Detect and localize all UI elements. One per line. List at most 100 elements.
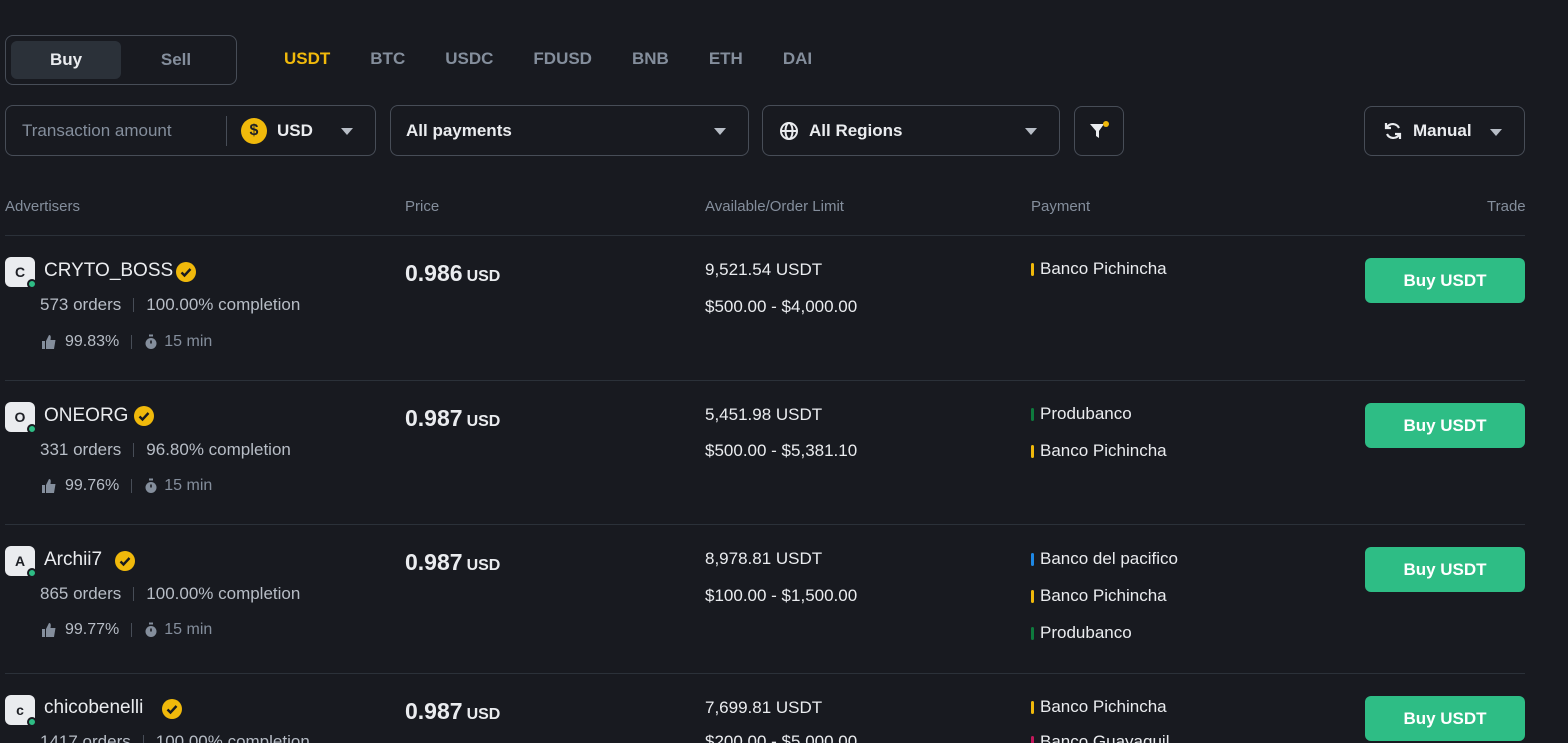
sell-tab[interactable]: Sell bbox=[121, 41, 231, 79]
table-row: C CRYTO_BOSS 573 orders 100.00% completi… bbox=[5, 236, 1525, 380]
payment-color-bar bbox=[1031, 262, 1034, 276]
available-amount: 8,978.81 USDT bbox=[705, 549, 823, 568]
avg-release-time: 15 min bbox=[164, 477, 213, 494]
meta-divider bbox=[131, 479, 133, 493]
verified-badge-icon bbox=[162, 699, 182, 719]
refresh-mode-select[interactable]: Manual bbox=[1364, 106, 1525, 156]
buy-usdt-button[interactable]: Buy USDT bbox=[1365, 258, 1525, 303]
price-value: 0.987 bbox=[405, 405, 463, 431]
order-count: 1417 orders bbox=[40, 732, 131, 743]
stopwatch-icon bbox=[145, 478, 157, 493]
payment-method-name: Banco del pacifico bbox=[1040, 549, 1178, 568]
buy-usdt-button[interactable]: Buy USDT bbox=[1365, 696, 1525, 741]
chevron-down-icon bbox=[1490, 129, 1502, 136]
avatar-initial: A bbox=[14, 553, 26, 569]
positive-rating: 99.83% bbox=[65, 333, 120, 350]
payment-select-label: All payments bbox=[406, 120, 512, 140]
price-unit: USD bbox=[466, 413, 501, 430]
price: 0.987 USD bbox=[405, 549, 500, 576]
p2p-market-page: Buy Sell USDT BTC USDC FDUSD BNB ETH DAI… bbox=[0, 0, 1568, 743]
stopwatch-icon bbox=[145, 622, 157, 637]
available-amount: 9,521.54 USDT bbox=[705, 260, 823, 279]
price-value: 0.987 bbox=[405, 698, 463, 724]
advertiser-name[interactable]: Archii7 bbox=[44, 549, 102, 571]
advertiser-name[interactable]: ONEORG bbox=[44, 405, 128, 427]
price-value: 0.986 bbox=[405, 260, 463, 286]
stopwatch-icon bbox=[145, 334, 157, 349]
advertiser-meta: 99.83% 15 min bbox=[41, 333, 212, 351]
positive-rating: 99.76% bbox=[65, 477, 120, 494]
verified-badge-icon bbox=[176, 262, 196, 282]
avg-release-time: 15 min bbox=[164, 333, 213, 350]
order-limit: $500.00 - $5,381.10 bbox=[705, 441, 858, 460]
payment-method-name: Produbanco bbox=[1040, 404, 1132, 423]
table-row: O ONEORG 331 orders 96.80% completion 99… bbox=[5, 381, 1525, 524]
avatar: c bbox=[5, 695, 37, 727]
asset-tab-dai[interactable]: DAI bbox=[783, 49, 812, 69]
asset-tab-usdt[interactable]: USDT bbox=[284, 49, 330, 69]
payment-method-name: Banco Guayaquil bbox=[1040, 732, 1170, 743]
completion-rate: 100.00% completion bbox=[146, 584, 301, 603]
online-status-dot bbox=[27, 424, 37, 434]
chevron-down-icon[interactable] bbox=[341, 128, 353, 135]
price: 0.986 USD bbox=[405, 260, 500, 287]
advertiser-meta: 99.77% 15 min bbox=[41, 621, 212, 639]
asset-tab-fdusd[interactable]: FDUSD bbox=[533, 49, 592, 69]
payment-color-bar bbox=[1031, 407, 1034, 421]
header-payment: Payment bbox=[1031, 198, 1091, 215]
buy-usdt-button[interactable]: Buy USDT bbox=[1365, 547, 1525, 592]
advertiser-stats: 331 orders 96.80% completion bbox=[40, 440, 291, 460]
buy-tab[interactable]: Buy bbox=[11, 41, 121, 79]
region-select-label: All Regions bbox=[809, 120, 903, 140]
advertiser-stats: 1417 orders 100.00% completion bbox=[40, 732, 310, 743]
payment-method: Banco Pichincha bbox=[1031, 697, 1167, 717]
order-limit: $200.00 - $5,000.00 bbox=[705, 732, 858, 743]
online-status-dot bbox=[27, 568, 37, 578]
filter-button[interactable] bbox=[1074, 106, 1124, 156]
transaction-amount-field[interactable]: Transaction amount $ USD bbox=[5, 105, 376, 156]
order-limit: $100.00 - $1,500.00 bbox=[705, 586, 858, 605]
asset-tab-usdc[interactable]: USDC bbox=[445, 49, 493, 69]
payment-method-name: Banco Pichincha bbox=[1040, 441, 1167, 460]
payment-method: Banco Guayaquil bbox=[1031, 732, 1169, 743]
available-amount: 5,451.98 USDT bbox=[705, 405, 823, 424]
payment-color-bar bbox=[1031, 444, 1034, 458]
table-row: c chicobenelli 1417 orders 100.00% compl… bbox=[5, 674, 1525, 743]
stats-divider bbox=[133, 443, 135, 457]
price: 0.987 USD bbox=[405, 698, 500, 725]
asset-tab-eth[interactable]: ETH bbox=[709, 49, 743, 69]
buy-usdt-button[interactable]: Buy USDT bbox=[1365, 403, 1525, 448]
header-price: Price bbox=[405, 198, 440, 215]
region-select[interactable]: All Regions bbox=[762, 105, 1060, 156]
payment-color-bar bbox=[1031, 700, 1034, 714]
thumbs-up-icon bbox=[42, 479, 56, 493]
payment-color-bar bbox=[1031, 552, 1034, 566]
price: 0.987 USD bbox=[405, 405, 500, 432]
chevron-down-icon bbox=[714, 128, 726, 135]
advertiser-name[interactable]: CRYTO_BOSS bbox=[44, 260, 173, 282]
payment-method: Banco Pichincha bbox=[1031, 586, 1167, 606]
table-row: A Archii7 865 orders 100.00% completion … bbox=[5, 525, 1525, 673]
price-unit: USD bbox=[466, 557, 501, 574]
asset-tabs: USDT BTC USDC FDUSD BNB ETH DAI bbox=[284, 47, 852, 71]
currency-label: USD bbox=[277, 120, 313, 140]
asset-tab-btc[interactable]: BTC bbox=[370, 49, 405, 69]
avatar-initial: O bbox=[14, 409, 26, 425]
usd-coin-icon: $ bbox=[241, 117, 267, 144]
meta-divider bbox=[131, 335, 133, 349]
stats-divider bbox=[133, 587, 135, 601]
advertiser-stats: 865 orders 100.00% completion bbox=[40, 584, 300, 604]
thumbs-up-icon bbox=[42, 335, 56, 349]
available-amount: 7,699.81 USDT bbox=[705, 698, 823, 717]
payment-method-select[interactable]: All payments bbox=[390, 105, 749, 156]
payment-method-name: Banco Pichincha bbox=[1040, 586, 1167, 605]
completion-rate: 100.00% completion bbox=[155, 732, 310, 743]
buy-sell-toggle: Buy Sell bbox=[5, 35, 237, 85]
payment-color-bar bbox=[1031, 589, 1034, 603]
payment-color-bar bbox=[1031, 735, 1034, 743]
amount-divider bbox=[226, 115, 227, 146]
asset-tab-bnb[interactable]: BNB bbox=[632, 49, 669, 69]
advertiser-name[interactable]: chicobenelli bbox=[44, 697, 143, 719]
payment-method-name: Banco Pichincha bbox=[1040, 259, 1167, 278]
globe-icon bbox=[780, 121, 798, 140]
